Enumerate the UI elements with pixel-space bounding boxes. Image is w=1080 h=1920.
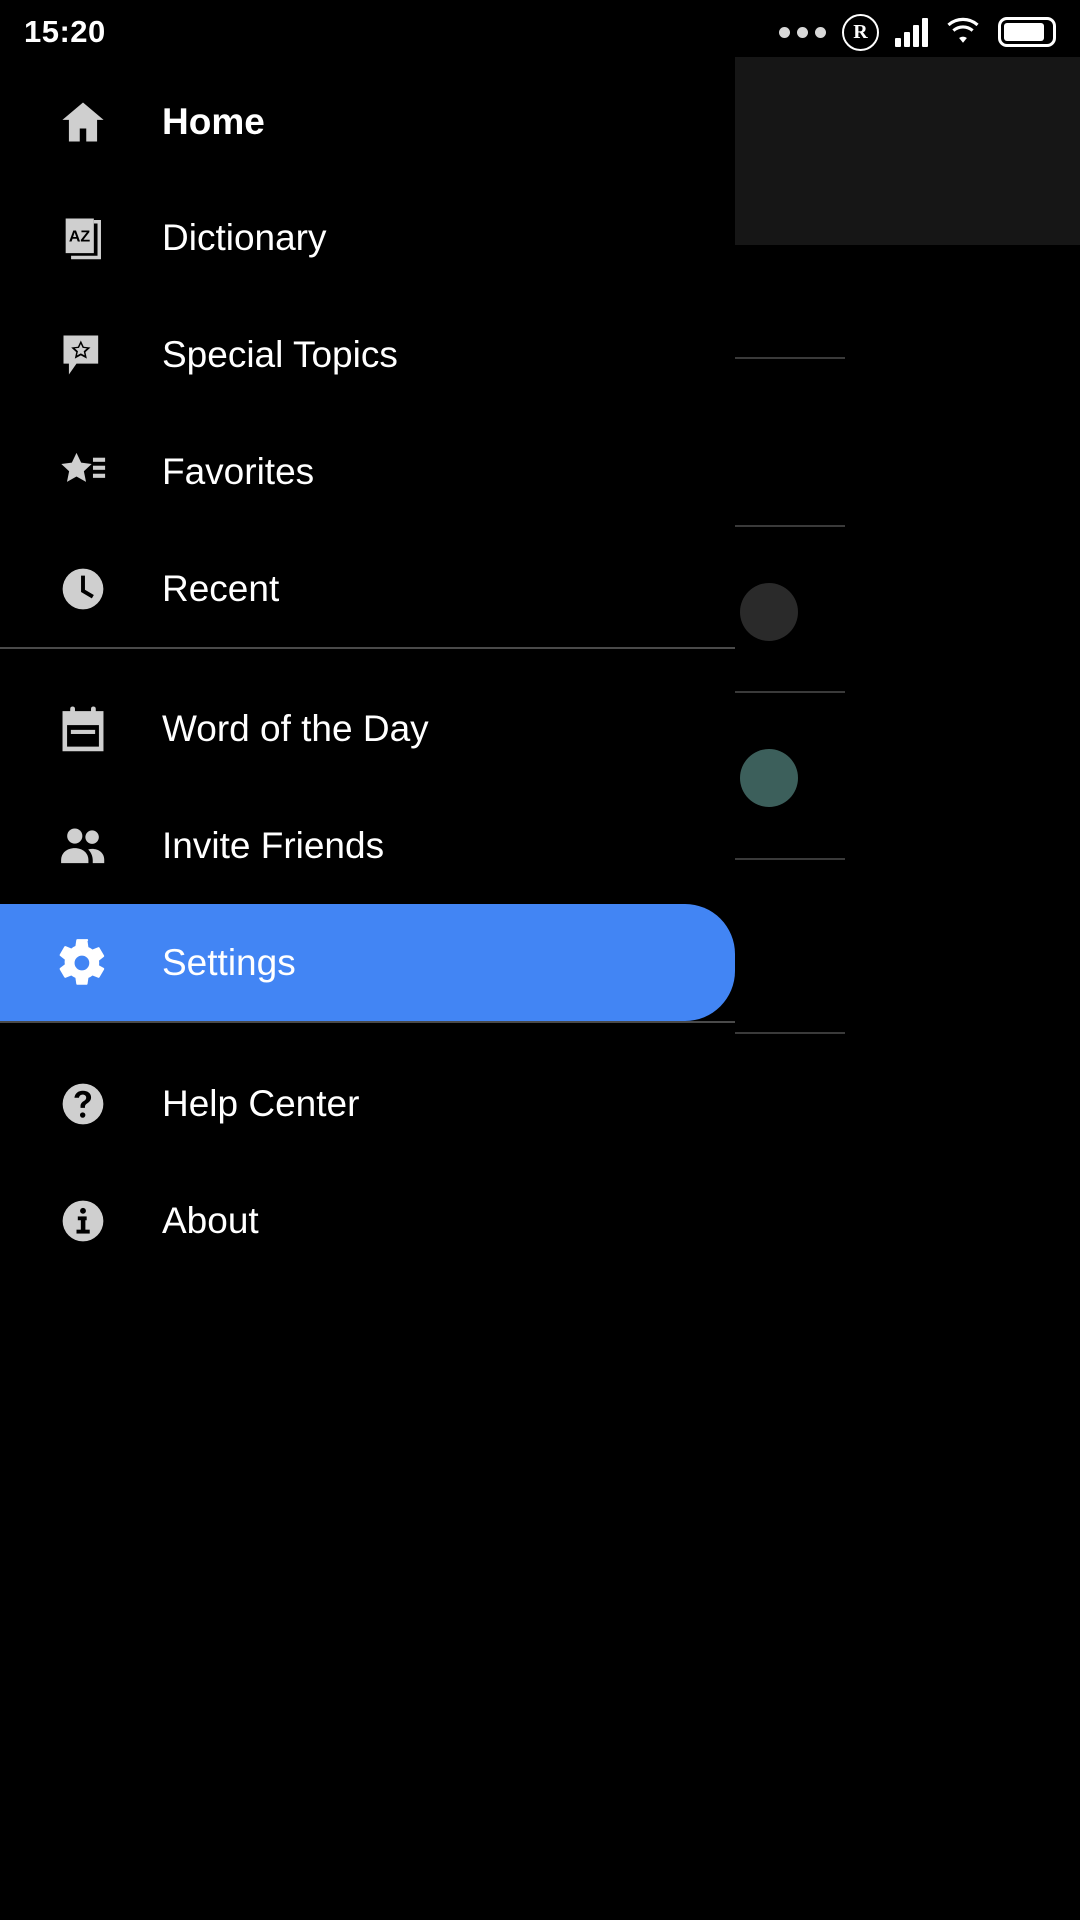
more-dots-icon [779, 26, 826, 38]
status-clock: 15:20 [24, 14, 106, 49]
star-list-icon [55, 444, 111, 500]
home-icon [55, 94, 111, 150]
drawer-group-support: Help Center About [0, 1023, 735, 1279]
people-icon [55, 818, 111, 874]
status-icons: R [779, 13, 1056, 51]
sidebar-item-label: Settings [162, 942, 296, 983]
sidebar-item-settings[interactable]: Settings [0, 904, 735, 1021]
roaming-icon: R [842, 13, 879, 51]
drawer-group-primary: Home AZ Dictionary Special Topics Favori… [0, 64, 735, 647]
signal-icon [895, 17, 928, 47]
sidebar-item-favorites[interactable]: Favorites [0, 413, 735, 530]
sidebar-item-invite-friends[interactable]: Invite Friends [0, 787, 735, 904]
sidebar-item-help-center[interactable]: Help Center [0, 1045, 735, 1162]
sidebar-item-label: Home [162, 101, 265, 142]
info-circle-icon [55, 1193, 111, 1249]
roaming-letter: R [853, 21, 868, 43]
background-divider [735, 1032, 845, 1034]
sidebar-item-word-of-the-day[interactable]: Word of the Day [0, 670, 735, 787]
sidebar-item-label: Special Topics [162, 334, 398, 375]
sidebar-item-dictionary[interactable]: AZ Dictionary [0, 179, 735, 296]
sidebar-item-special-topics[interactable]: Special Topics [0, 296, 735, 413]
sidebar-item-home[interactable]: Home [0, 64, 735, 179]
topic-star-icon [55, 327, 111, 383]
background-divider [735, 525, 845, 527]
sidebar-item-recent[interactable]: Recent [0, 530, 735, 647]
gear-icon [55, 935, 111, 991]
sidebar-item-label: Help Center [162, 1083, 360, 1124]
sidebar-item-label: Recent [162, 568, 280, 609]
battery-icon [998, 17, 1056, 47]
navigation-drawer: Home AZ Dictionary Special Topics Favori… [0, 0, 735, 1920]
calendar-icon [55, 701, 111, 757]
clock-icon [55, 561, 111, 617]
sidebar-item-label: Favorites [162, 451, 315, 492]
wifi-icon [944, 15, 982, 50]
sidebar-item-about[interactable]: About [0, 1162, 735, 1279]
sidebar-item-label: Dictionary [162, 217, 327, 258]
background-divider [735, 357, 845, 359]
sidebar-item-label: Invite Friends [162, 825, 385, 866]
background-divider [735, 858, 845, 860]
sidebar-item-label: Word of the Day [162, 708, 429, 749]
svg-text:AZ: AZ [69, 227, 91, 245]
background-toggle-off[interactable] [740, 583, 798, 641]
question-circle-icon [55, 1076, 111, 1132]
drawer-group-secondary: Word of the Day Invite Friends Settings [0, 649, 735, 1021]
background-divider [735, 691, 845, 693]
sidebar-item-label: About [162, 1200, 259, 1241]
background-toggle-on[interactable] [740, 749, 798, 807]
dictionary-az-icon: AZ [55, 210, 111, 266]
background-card [735, 57, 1080, 245]
status-bar: 15:20 R [0, 0, 1080, 64]
